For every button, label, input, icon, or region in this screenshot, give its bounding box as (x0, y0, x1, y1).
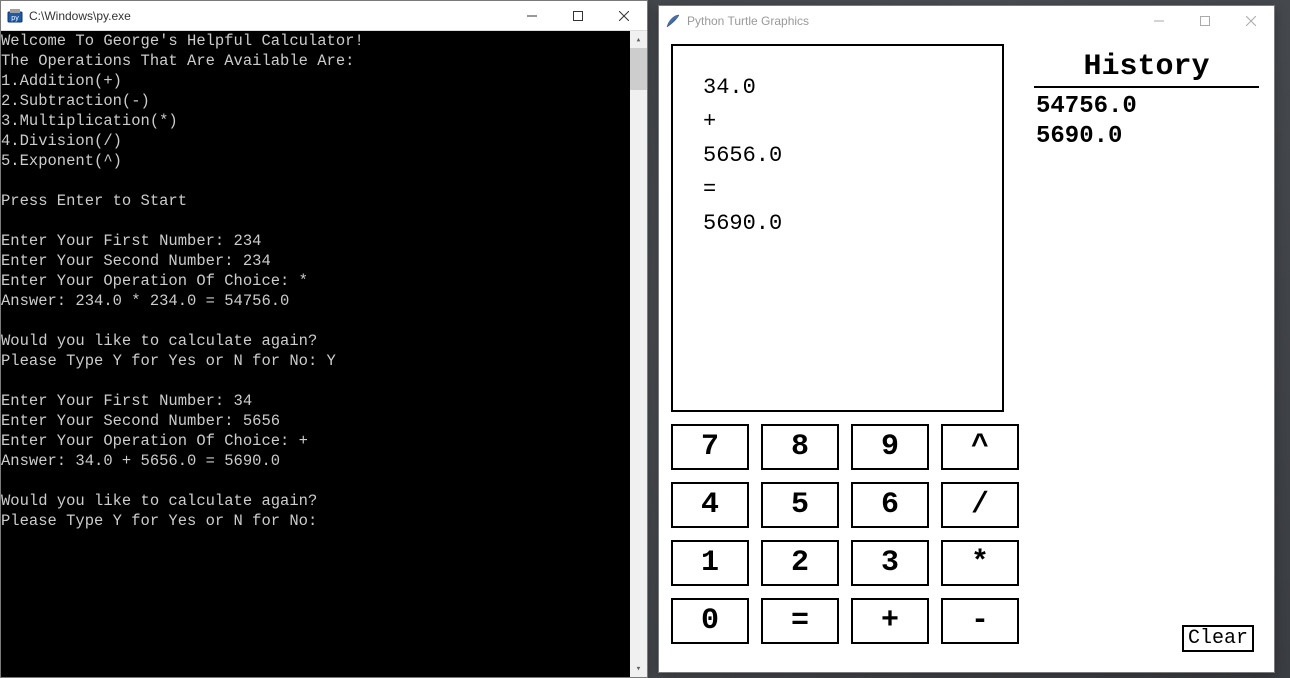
calc-key-7[interactable]: 7 (671, 424, 749, 470)
console-output[interactable]: Welcome To George's Helpful Calculator! … (1, 31, 630, 677)
console-body: Welcome To George's Helpful Calculator! … (1, 31, 647, 677)
turtle-titlebar[interactable]: Python Turtle Graphics (659, 6, 1274, 36)
console-window: py C:\Windows\py.exe Welcome To George's… (0, 0, 648, 678)
turtle-canvas: 34.0 + 5656.0 = 5690.0 789^456/123*0=+- … (659, 36, 1274, 672)
calc-key-5[interactable]: 5 (761, 482, 839, 528)
calc-key-9[interactable]: 9 (851, 424, 929, 470)
minimize-button[interactable] (509, 1, 555, 30)
scroll-up-arrow[interactable]: ▴ (630, 31, 647, 48)
py-icon: py (7, 8, 23, 24)
calc-key-+[interactable]: + (851, 598, 929, 644)
calc-key-/[interactable]: / (941, 482, 1019, 528)
calc-key-*[interactable]: * (941, 540, 1019, 586)
console-window-controls (509, 1, 647, 30)
close-button[interactable] (601, 1, 647, 30)
turtle-window-controls (1136, 6, 1274, 36)
close-button[interactable] (1228, 6, 1274, 36)
maximize-button[interactable] (1182, 6, 1228, 36)
scroll-down-arrow[interactable]: ▾ (630, 660, 647, 677)
console-scrollbar[interactable]: ▴ ▾ (630, 31, 647, 677)
maximize-button[interactable] (555, 1, 601, 30)
clear-button[interactable]: Clear (1182, 625, 1254, 652)
calc-key-6[interactable]: 6 (851, 482, 929, 528)
calc-key-8[interactable]: 8 (761, 424, 839, 470)
calc-key-3[interactable]: 3 (851, 540, 929, 586)
turtle-title: Python Turtle Graphics (687, 14, 1136, 28)
console-titlebar[interactable]: py C:\Windows\py.exe (1, 1, 647, 31)
calc-key-4[interactable]: 4 (671, 482, 749, 528)
calc-key--[interactable]: - (941, 598, 1019, 644)
calculator-display: 34.0 + 5656.0 = 5690.0 (671, 44, 1004, 412)
calculator-left-panel: 34.0 + 5656.0 = 5690.0 789 ^ 456 / 123 * 0 = +- (671, 44, 1026, 644)
calc-key-1[interactable]: 1 (671, 540, 749, 586)
history-panel: History 54756.0 5690.0 (1034, 44, 1259, 156)
console-title: C:\Windows\py.exe (29, 9, 509, 23)
scroll-thumb[interactable] (630, 48, 647, 90)
svg-text:py: py (11, 15, 19, 22)
feather-icon (665, 13, 681, 29)
history-title: History (1034, 44, 1259, 88)
minimize-button[interactable] (1136, 6, 1182, 36)
calc-key-^[interactable]: ^ (941, 424, 1019, 470)
calc-key-2[interactable]: 2 (761, 540, 839, 586)
calculator-keypad: 789 ^ 456 / 123 * 0 = +- (671, 424, 1026, 644)
turtle-window: Python Turtle Graphics 34.0 + 5656.0 = 5… (658, 5, 1275, 673)
history-list: 54756.0 5690.0 (1034, 88, 1259, 156)
calc-key-0[interactable]: 0 (671, 598, 749, 644)
calc-key-=[interactable]: = (761, 598, 839, 644)
